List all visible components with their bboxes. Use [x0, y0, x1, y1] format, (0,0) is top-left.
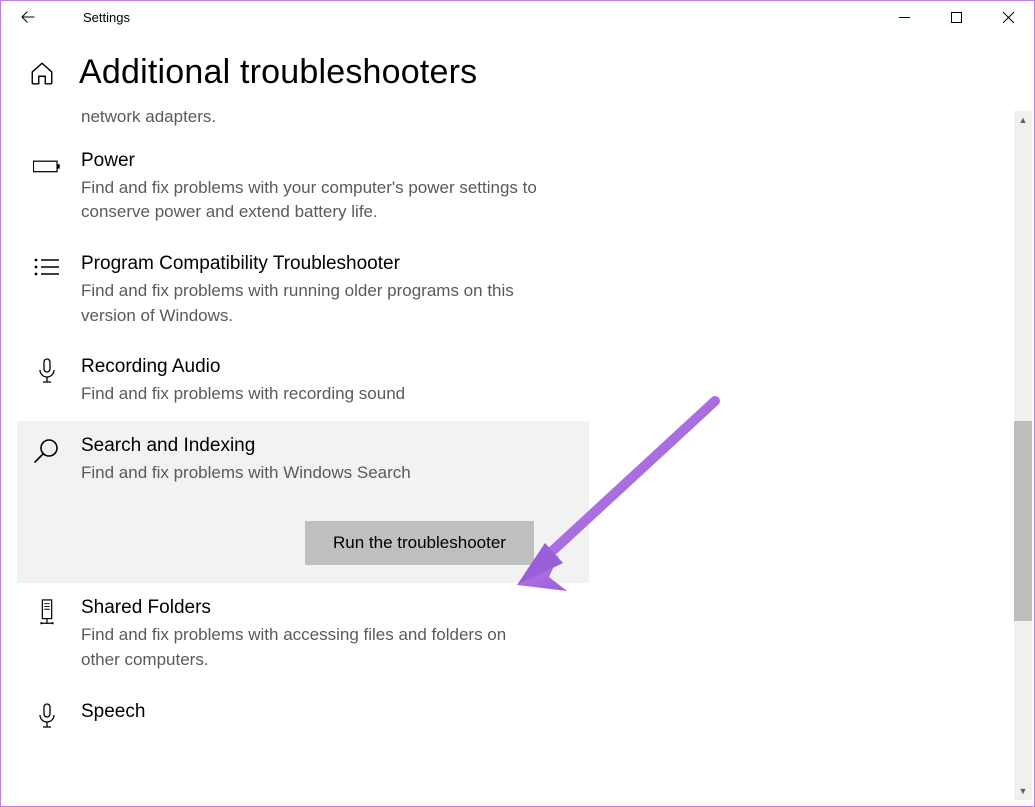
minimize-icon	[899, 12, 910, 23]
page-header: Additional troubleshooters	[1, 33, 1034, 102]
item-title: Shared Folders	[81, 597, 577, 619]
search-icon	[31, 437, 63, 465]
maximize-button[interactable]	[930, 1, 982, 33]
item-desc: Find and fix problems with your computer…	[81, 176, 541, 225]
item-desc: Find and fix problems with recording sou…	[81, 382, 541, 407]
item-title: Speech	[81, 701, 577, 723]
troubleshooter-item-speech[interactable]: Speech	[17, 687, 589, 745]
run-troubleshooter-button[interactable]: Run the troubleshooter	[305, 521, 534, 565]
close-icon	[1003, 12, 1014, 23]
scroll-down-arrow[interactable]: ▼	[1014, 782, 1032, 800]
minimize-button[interactable]	[878, 1, 930, 33]
item-desc: Find and fix problems with running older…	[81, 279, 541, 328]
close-button[interactable]	[982, 1, 1034, 33]
microphone-icon	[31, 358, 63, 386]
troubleshooter-item-power[interactable]: Power Find and fix problems with your co…	[17, 136, 589, 239]
scroll-thumb[interactable]	[1014, 421, 1032, 621]
item-title: Program Compatibility Troubleshooter	[81, 253, 577, 275]
titlebar: Settings	[1, 1, 1034, 33]
partial-item-desc: network adapters.	[81, 111, 541, 130]
item-title: Power	[81, 150, 577, 172]
troubleshooter-item-search-indexing[interactable]: Search and Indexing Find and fix problem…	[17, 421, 589, 584]
window-controls	[878, 1, 1034, 33]
troubleshooter-item-recording-audio[interactable]: Recording Audio Find and fix problems wi…	[17, 342, 589, 421]
item-desc: Find and fix problems with accessing fil…	[81, 623, 541, 672]
item-title: Recording Audio	[81, 356, 577, 378]
microphone-icon	[31, 703, 63, 731]
troubleshooter-item-shared-folders[interactable]: Shared Folders Find and fix problems wit…	[17, 583, 589, 686]
troubleshooter-list: network adapters. Power Find and fix pro…	[17, 111, 1012, 745]
scrollbar[interactable]: ▲ ▼	[1014, 111, 1032, 800]
troubleshooter-item-program-compat[interactable]: Program Compatibility Troubleshooter Fin…	[17, 239, 589, 342]
arrow-left-icon	[19, 8, 37, 26]
back-button[interactable]	[19, 1, 59, 33]
item-desc: Find and fix problems with Windows Searc…	[81, 461, 541, 486]
maximize-icon	[951, 12, 962, 23]
page-title: Additional troubleshooters	[79, 53, 477, 92]
scroll-up-arrow[interactable]: ▲	[1014, 111, 1032, 129]
home-icon[interactable]	[29, 60, 55, 86]
battery-icon	[31, 152, 63, 180]
content-viewport: network adapters. Power Find and fix pro…	[17, 111, 1012, 801]
server-icon	[31, 599, 63, 627]
window-title: Settings	[83, 10, 130, 25]
item-title: Search and Indexing	[81, 435, 577, 457]
list-icon	[31, 255, 63, 283]
